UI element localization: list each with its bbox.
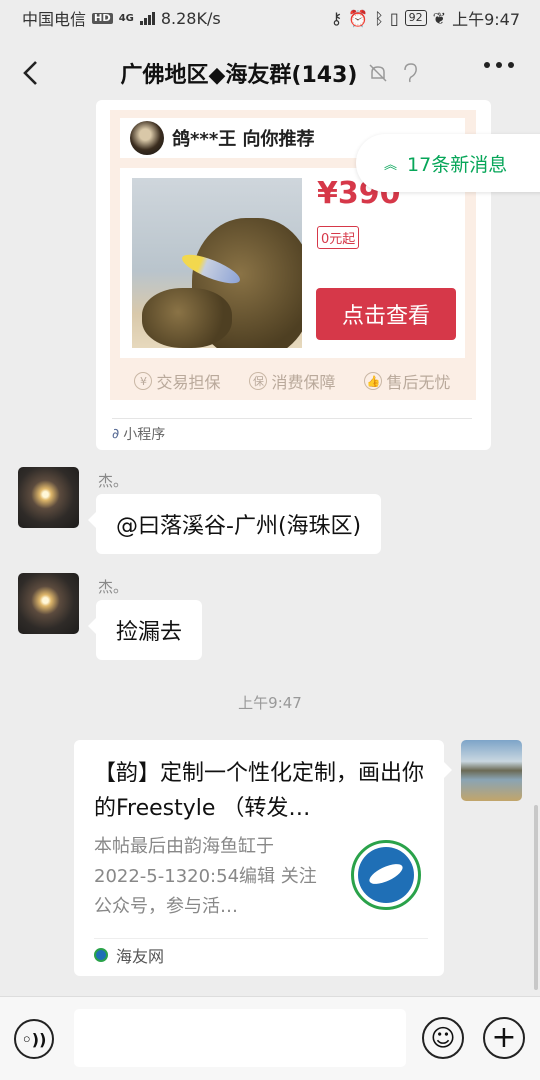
guarantee-label: 交易担保: [156, 373, 221, 392]
scrollbar[interactable]: [534, 805, 538, 990]
link-source: 海友网: [116, 946, 165, 966]
network-speed: 8.28K/s: [160, 8, 221, 28]
message-text: @曰落溪谷-广州(海珠区): [116, 514, 362, 539]
hd-badge: HD: [92, 12, 113, 24]
site-logo-icon: [94, 947, 108, 962]
chat-title: 广佛地区◆海友群(143): [120, 63, 358, 88]
input-bar: ◦)) ☺ +: [0, 996, 540, 1080]
new-messages-button[interactable]: ︽ 17条新消息: [356, 134, 540, 192]
mute-bell-icon: [369, 64, 387, 82]
emoji-icon[interactable]: ☺: [422, 1017, 464, 1059]
thumbs-up-icon: 👍: [364, 372, 383, 390]
signal-icon: [139, 11, 155, 25]
link-description: 本帖最后由韵海鱼缸于 2022-5-1320:54编辑 关注公众号，参与活…: [94, 836, 317, 917]
shared-link-card[interactable]: 【韵】定制一个性化定制，画出你的Freestyle （转发… 本帖最后由韵海鱼缸…: [74, 740, 452, 976]
voice-input-icon[interactable]: ◦)): [14, 1019, 54, 1059]
message-bubble[interactable]: 捡漏去: [87, 600, 203, 660]
product-box: ¥390 0元起 点击查看: [120, 168, 465, 358]
network-label: 4G: [118, 12, 134, 24]
key-icon: ⚷: [330, 8, 343, 28]
new-messages-label: 17条新消息: [407, 153, 508, 176]
price-tag: 0元起: [317, 226, 360, 249]
sender-name: 杰。: [98, 472, 129, 490]
message-bubble[interactable]: @曰落溪谷-广州(海珠区): [87, 494, 382, 554]
my-avatar[interactable]: [461, 740, 522, 801]
alarm-icon: ⏰: [348, 8, 369, 28]
more-options-icon[interactable]: [484, 62, 514, 68]
chat-header: 广佛地区◆海友群(143): [0, 36, 540, 110]
leaf-icon: ❦: [432, 8, 447, 28]
status-bar: 中国电信 HD 4G 8.28K/s ⚷ ⏰ ᛒ ▯ 92 ❦ 上午9:47: [0, 0, 540, 36]
message-input[interactable]: [74, 1009, 406, 1067]
battery-icon: 92: [404, 10, 427, 26]
status-right: ⚷ ⏰ ᛒ ▯ 92 ❦ 上午9:47: [331, 6, 520, 30]
guarantee-row: ¥ 交易担保 保 消费保障 👍 售后无忧: [120, 366, 465, 396]
link-footer: 海友网: [94, 938, 428, 970]
link-thumbnail: [351, 840, 421, 910]
vibrate-icon: ▯: [389, 8, 399, 28]
status-left: 中国电信 HD 4G 8.28K/s: [22, 6, 221, 30]
mini-program-label: 小程序: [123, 426, 166, 443]
recommender-text: 鸽***王 向你推荐: [172, 129, 315, 150]
status-time: 上午9:47: [452, 10, 520, 29]
plus-icon[interactable]: +: [483, 1017, 525, 1059]
title-wrap: 广佛地区◆海友群(143): [121, 57, 420, 89]
guarantee-consumer: 保 消费保障: [249, 369, 336, 393]
message-text: 捡漏去: [116, 620, 183, 645]
back-icon[interactable]: [16, 58, 46, 88]
sender-avatar[interactable]: [18, 467, 79, 528]
guarantee-trade: ¥ 交易担保: [134, 369, 221, 393]
view-button[interactable]: 点击查看: [316, 288, 456, 340]
guarantee-aftersale: 👍 售后无忧: [364, 369, 451, 393]
guarantee-label: 售后无忧: [386, 373, 451, 392]
recommender-avatar: [130, 121, 164, 155]
link-title: 【韵】定制一个性化定制，画出你的Freestyle （转发…: [94, 761, 425, 821]
ear-icon: [404, 63, 418, 83]
mini-program-icon: ∂: [112, 425, 120, 442]
product-image: [132, 178, 302, 348]
sender-name: 杰。: [98, 578, 129, 596]
carrier-label: 中国电信: [22, 10, 87, 29]
sender-avatar[interactable]: [18, 573, 79, 634]
bluetooth-icon: ᛒ: [374, 8, 384, 28]
guarantee-label: 消费保障: [271, 373, 336, 392]
mini-program-footer: ∂ 小程序: [112, 418, 472, 444]
double-chevron-up-icon: ︽: [384, 157, 398, 173]
yen-shield-icon: ¥: [134, 372, 153, 390]
chat-timestamp: 上午9:47: [238, 694, 302, 712]
protect-icon: 保: [249, 372, 268, 390]
